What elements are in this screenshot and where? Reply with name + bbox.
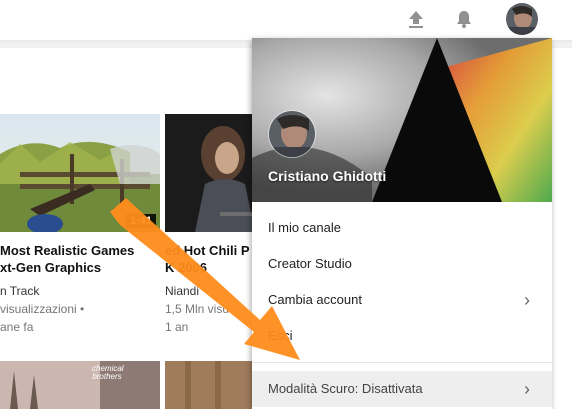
video-age-1: ane fa: [0, 320, 34, 334]
video-views-2: 1,5 Mln visu: [165, 302, 230, 316]
menu-item-label: Modalità Scuro: Disattivata: [268, 381, 423, 396]
menu-divider: [252, 362, 552, 363]
menu-item-switch-account[interactable]: Cambia account ›: [252, 282, 552, 318]
masthead: [0, 0, 572, 40]
video-title-1b[interactable]: xt-Gen Graphics: [0, 259, 101, 276]
menu-item-dark-mode[interactable]: Modalità Scuro: Disattivata ›: [252, 371, 552, 407]
account-menu-avatar: [268, 110, 316, 158]
video-channel-2[interactable]: Niandi: [165, 282, 199, 300]
bell-icon[interactable]: [453, 8, 475, 30]
upload-icon[interactable]: [405, 8, 427, 30]
account-menu-header: Cristiano Ghidotti: [252, 38, 552, 202]
menu-item-creator-studio[interactable]: Creator Studio: [252, 246, 552, 282]
bottom-thumb-text: chemical brothers: [92, 364, 124, 381]
video-thumbnail-2[interactable]: [165, 114, 265, 232]
menu-item-label: Esci: [268, 328, 293, 343]
account-avatar-button[interactable]: [506, 3, 538, 35]
video-views-1: visualizzazioni •: [0, 302, 85, 316]
video-title-1a[interactable]: Most Realistic Games: [0, 242, 134, 259]
menu-item-label: Il mio canale: [268, 220, 341, 235]
video-title-2b[interactable]: K 2006: [165, 259, 207, 276]
account-menu: Cristiano Ghidotti Il mio canale Creator…: [252, 38, 552, 409]
video-title-2a[interactable]: ed Hot Chili P: [165, 242, 250, 259]
account-user-name: Cristiano Ghidotti: [268, 168, 387, 184]
video-channel-1[interactable]: n Track: [0, 282, 39, 300]
video-thumbnail-1[interactable]: 1:41: [0, 114, 160, 232]
chevron-right-icon: ›: [524, 379, 530, 399]
menu-item-my-channel[interactable]: Il mio canale: [252, 210, 552, 246]
menu-item-sign-out[interactable]: Esci: [252, 318, 552, 354]
video-duration-badge: 1:41: [125, 214, 156, 228]
video-age-2: 1 an: [165, 320, 189, 334]
chevron-right-icon: ›: [524, 290, 530, 310]
menu-item-label: Cambia account: [268, 292, 362, 307]
video-thumbnail-4[interactable]: [165, 361, 265, 409]
video-thumbnail-3[interactable]: chemical brothers: [0, 361, 160, 409]
menu-item-label: Creator Studio: [268, 256, 352, 271]
